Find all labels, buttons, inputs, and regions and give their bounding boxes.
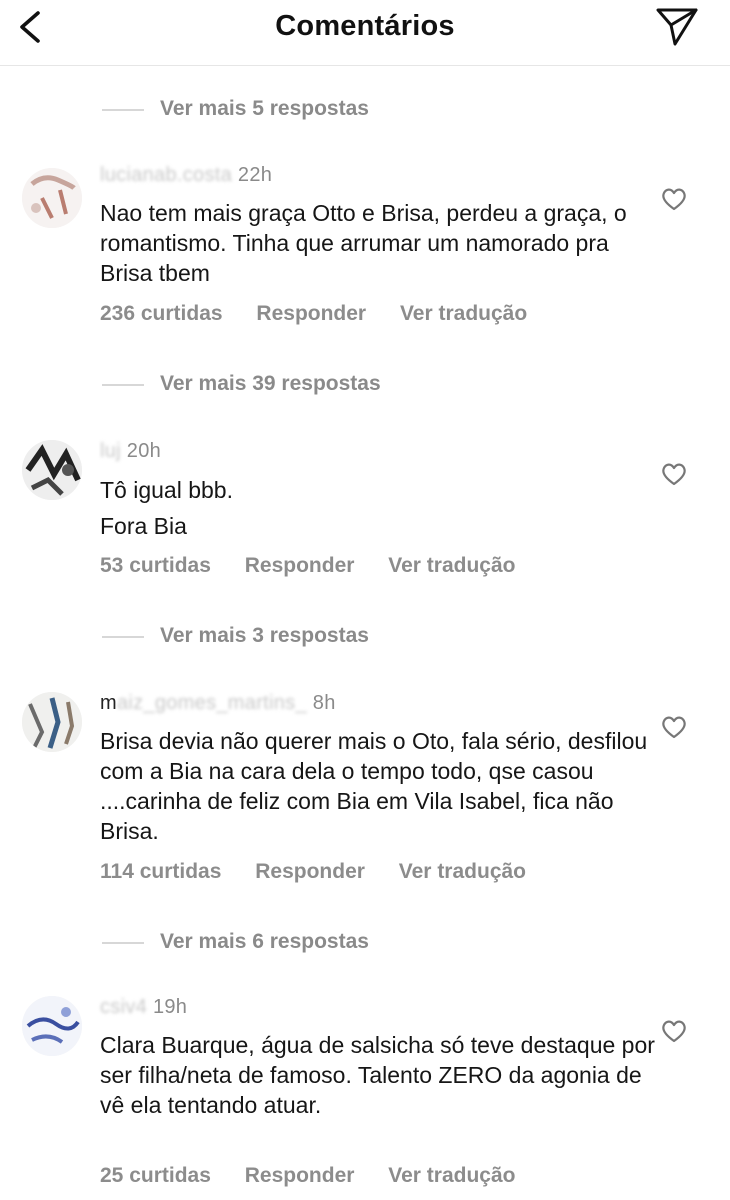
comment-actions: 25 curtidas Responder Ver tradução <box>100 1164 544 1188</box>
reply-button[interactable]: Responder <box>255 860 365 884</box>
comment-text: Tô igual bbb. Fora Bia <box>100 475 660 541</box>
heart-icon[interactable] <box>660 461 688 487</box>
comment-text-line: Tô igual bbb. <box>100 477 233 503</box>
comment-actions: 53 curtidas Responder Ver tradução <box>100 554 544 578</box>
translate-button[interactable]: Ver tradução <box>399 860 526 884</box>
username-text[interactable]: luj <box>100 440 121 462</box>
reply-thread-line <box>102 636 144 638</box>
comment-text: Clara Buarque, água de salsicha só teve … <box>100 1032 655 1118</box>
reply-button[interactable]: Responder <box>256 302 366 326</box>
comment-text: Nao tem mais graça Otto e Brisa, perdeu … <box>100 200 627 286</box>
avatar[interactable] <box>22 440 82 500</box>
comment-username[interactable]: csiv4 19h <box>100 996 187 1019</box>
username-text[interactable]: csiv4 <box>100 996 147 1018</box>
translate-button[interactable]: Ver tradução <box>388 554 515 578</box>
heart-icon[interactable] <box>660 714 688 740</box>
reply-button[interactable]: Responder <box>245 1164 355 1188</box>
reply-button[interactable]: Responder <box>245 554 355 578</box>
comment-text-line: Fora Bia <box>100 513 187 539</box>
avatar[interactable] <box>22 692 82 752</box>
comment-username[interactable]: lucianab.costa 22h <box>100 164 272 187</box>
reply-thread-line <box>102 384 144 386</box>
likes-count[interactable]: 53 curtidas <box>100 554 211 578</box>
reply-thread-line <box>102 109 144 111</box>
heart-icon[interactable] <box>660 186 688 212</box>
likes-count[interactable]: 236 curtidas <box>100 302 223 326</box>
comment-time: 8h <box>312 692 336 714</box>
comment-actions: 114 curtidas Responder Ver tradução <box>100 860 554 884</box>
translate-button[interactable]: Ver tradução <box>400 302 527 326</box>
header-bar: Comentários <box>0 0 730 66</box>
comment-username[interactable]: maiz_gomes_martins_ 8h <box>100 692 336 715</box>
view-more-replies-label[interactable]: Ver mais 6 respostas <box>160 930 369 954</box>
avatar[interactable] <box>22 996 82 1056</box>
username-text[interactable]: m <box>100 692 117 714</box>
avatar[interactable] <box>22 168 82 228</box>
view-more-replies-label[interactable]: Ver mais 39 respostas <box>160 372 381 396</box>
comment-time: 20h <box>126 440 162 462</box>
page-title: Comentários <box>275 10 455 42</box>
translate-button[interactable]: Ver tradução <box>388 1164 515 1188</box>
comment-username[interactable]: luj 20h <box>100 440 161 463</box>
paper-plane-icon[interactable] <box>654 4 700 48</box>
reply-thread-line <box>102 942 144 944</box>
username-text[interactable]: lucianab.costa <box>100 164 232 186</box>
likes-count[interactable]: 25 curtidas <box>100 1164 211 1188</box>
view-more-replies-label[interactable]: Ver mais 3 respostas <box>160 624 369 648</box>
comment-time: 19h <box>152 996 188 1018</box>
comment-actions: 236 curtidas Responder Ver tradução <box>100 302 555 326</box>
comment-text: Brisa devia não querer mais o Oto, fala … <box>100 728 648 844</box>
heart-icon[interactable] <box>660 1018 688 1044</box>
likes-count[interactable]: 114 curtidas <box>100 860 221 884</box>
comment-time: 22h <box>237 164 273 186</box>
view-more-replies-label[interactable]: Ver mais 5 respostas <box>160 97 369 121</box>
